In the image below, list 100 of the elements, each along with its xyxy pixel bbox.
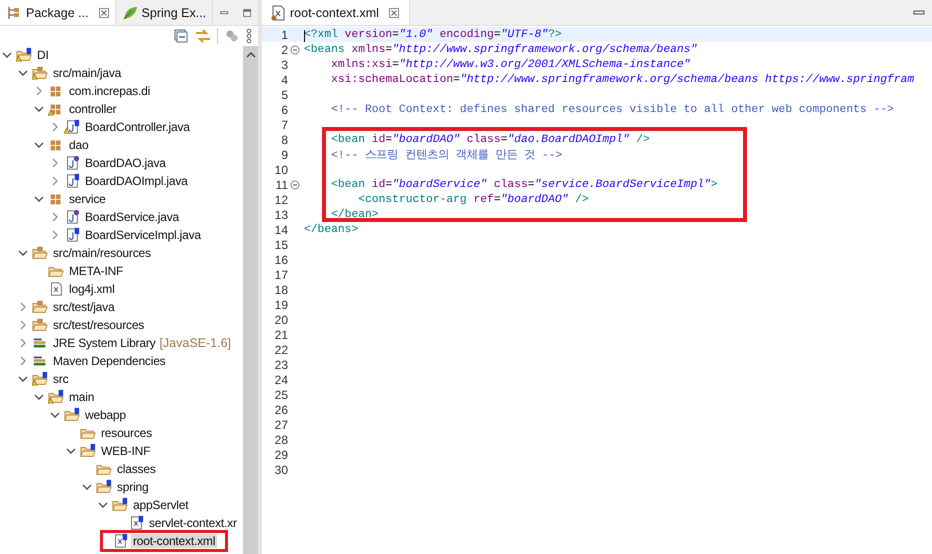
close-icon[interactable] — [98, 8, 109, 18]
chevron-down-icon[interactable] — [98, 500, 108, 510]
collapse-all-icon[interactable] — [173, 28, 189, 44]
chevron-down-icon[interactable] — [18, 374, 28, 384]
line-number: 20 — [274, 312, 289, 326]
code-line: <?xml version="1.0" encoding="UTF-8"?> — [304, 28, 562, 40]
package-explorer-icon — [6, 4, 22, 20]
chevron-down-icon[interactable] — [50, 410, 60, 420]
chevron-down-icon[interactable] — [2, 50, 12, 60]
line-number: 30 — [274, 462, 289, 476]
chevron-down-icon[interactable] — [66, 446, 76, 456]
line-number: 25 — [274, 388, 289, 402]
fold-icon[interactable] — [290, 44, 300, 54]
tree-item[interactable]: BoardService.java — [83, 210, 181, 224]
chevron-right-icon[interactable] — [50, 230, 60, 240]
line-number: 2 — [280, 42, 289, 56]
tree-item[interactable]: JRE System Library — [51, 336, 158, 350]
fold-icon[interactable] — [290, 180, 300, 190]
tree-item[interactable]: BoardDAOImpl.java — [83, 174, 190, 188]
line-number: 8 — [280, 132, 289, 146]
line-number: 14 — [274, 222, 289, 236]
tree-item[interactable]: service — [67, 192, 108, 206]
tree-item[interactable]: src/test/resources — [51, 318, 146, 332]
tree-item[interactable]: root-context.xml — [131, 534, 218, 548]
code-line: <!-- 스프링 컨텐츠의 객체를 만든 것 --> — [330, 148, 562, 162]
line-number: 23 — [274, 358, 289, 372]
line-number: 16 — [274, 252, 289, 266]
line-number: 12 — [274, 192, 289, 206]
editor-tab[interactable]: root-context.xml — [262, 0, 410, 25]
line-number: 13 — [274, 208, 289, 222]
tree-item[interactable]: spring — [115, 480, 150, 494]
code-line: <constructor-arg ref="boardDAO" /> — [357, 194, 589, 206]
tree-item[interactable]: DI — [35, 48, 51, 62]
tree-item[interactable]: appServlet — [131, 498, 190, 512]
chevron-down-icon[interactable] — [18, 248, 28, 258]
tree-item[interactable]: controller — [67, 102, 118, 116]
tree-item[interactable]: WEB-INF — [99, 444, 152, 458]
leaf-icon — [122, 4, 138, 20]
line-number: 11 — [274, 178, 289, 192]
tree-item[interactable]: src/test/java — [51, 300, 116, 314]
code-line: <beans xmlns="http://www.springframework.org/schema/beans" — [304, 44, 698, 56]
line-number: 17 — [274, 268, 289, 282]
tree-item[interactable]: resources — [99, 426, 154, 440]
chevron-right-icon[interactable] — [18, 356, 28, 366]
chevron-right-icon[interactable] — [50, 212, 60, 222]
code-line: <bean id="boardDAO" class="dao.BoardDAOImpl" /> — [330, 134, 650, 146]
tree-item[interactable]: servlet-context.xr — [147, 516, 239, 530]
code-line: <bean id="boardService" class="service.BoardServiceImpl"> — [330, 178, 718, 190]
tree-item[interactable]: META-INF — [67, 264, 126, 278]
line-number: 1 — [280, 28, 289, 42]
chevron-down-icon[interactable] — [34, 104, 44, 114]
code-line: </beans> — [304, 224, 358, 236]
maximize-icon[interactable] — [242, 6, 251, 18]
code-line: xsi:schemaLocation="http://www.springframework.org/schema/beans https://www.springfram — [330, 74, 914, 86]
tree-item[interactable]: main — [67, 390, 96, 404]
chevron-right-icon[interactable] — [18, 302, 28, 312]
tree-item[interactable]: BoardServiceImpl.java — [83, 228, 203, 242]
close-icon[interactable] — [388, 8, 399, 18]
tree-item[interactable]: com.increpas.di — [67, 84, 152, 98]
chevron-right-icon[interactable] — [34, 86, 44, 96]
chevron-down-icon[interactable] — [34, 392, 44, 402]
view-menu-icon[interactable] — [246, 28, 252, 44]
tree-item[interactable]: log4j.xml — [67, 282, 117, 296]
chevron-right-icon[interactable] — [50, 158, 60, 168]
chevron-down-icon[interactable] — [82, 482, 92, 492]
line-number: 19 — [274, 298, 289, 312]
tree-item[interactable]: webapp — [83, 408, 128, 422]
chevron-down-icon[interactable] — [34, 194, 44, 204]
code-line: <!-- Root Context: defines shared resources visible to all other web components --> — [330, 104, 894, 116]
code-line: </bean> — [330, 208, 379, 220]
tree-item[interactable]: BoardDAO.java — [83, 156, 168, 170]
chevron-right-icon[interactable] — [50, 122, 60, 132]
line-number: 5 — [280, 88, 289, 102]
tree-item[interactable]: classes — [115, 462, 158, 476]
scrollbar[interactable] — [243, 46, 258, 554]
tree-item[interactable]: BoardController.java — [83, 120, 192, 134]
tree-item[interactable]: src/main/resources — [51, 246, 153, 260]
chevron-right-icon[interactable] — [18, 338, 28, 348]
tree-item[interactable]: src/main/java — [51, 66, 124, 80]
line-number: 10 — [274, 162, 289, 176]
tree-item[interactable]: Maven Dependencies — [51, 354, 168, 368]
scroll-up-icon[interactable] — [246, 50, 256, 60]
tree-item[interactable]: dao — [67, 138, 90, 152]
line-number: 6 — [280, 102, 289, 116]
view-tab[interactable]: Package ... — [0, 0, 116, 25]
chevron-down-icon[interactable] — [18, 68, 28, 78]
tree-item[interactable]: src — [51, 372, 70, 386]
code-line: xmlns:xsi="http://www.w3.org/2001/XMLSchema-instance" — [330, 58, 690, 70]
chevron-down-icon[interactable] — [34, 140, 44, 150]
line-number: 26 — [274, 402, 289, 416]
line-number: 18 — [274, 282, 289, 296]
line-number: 24 — [274, 372, 289, 386]
tree-item-decoration: [JavaSE-1.6] — [159, 336, 232, 350]
chevron-right-icon[interactable] — [18, 320, 28, 330]
xml-file-icon — [270, 4, 286, 20]
line-number: 3 — [280, 58, 289, 72]
line-number: 7 — [280, 118, 289, 132]
line-number: 15 — [274, 238, 289, 252]
chevron-right-icon[interactable] — [50, 176, 60, 186]
view-tab[interactable]: Spring Ex... — [116, 0, 214, 25]
